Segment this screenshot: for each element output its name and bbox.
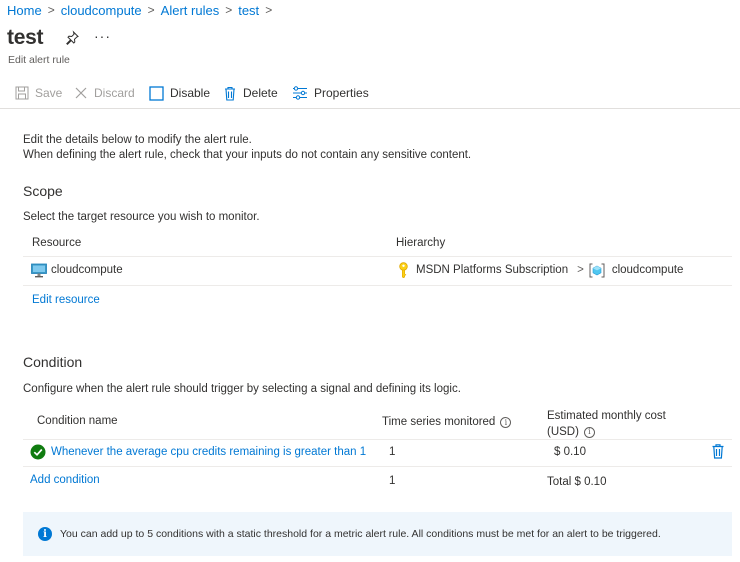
cost-label-line-2-wrap: (USD) i	[547, 424, 666, 440]
hierarchy-resource-group: cloudcompute	[611, 264, 684, 276]
disable-label: Disable	[170, 86, 211, 100]
info-icon[interactable]: i	[583, 426, 595, 438]
column-header-resource: Resource	[32, 237, 82, 249]
cost-label-line-1: Estimated monthly cost	[547, 410, 666, 422]
add-condition-link[interactable]: Add condition	[30, 474, 100, 486]
scope-header-divider	[23, 256, 732, 257]
delete-label: Delete	[243, 86, 278, 100]
discard-label: Discard	[94, 86, 135, 100]
sliders-icon	[293, 86, 307, 100]
virtual-machine-icon	[31, 263, 47, 277]
cost-label-line-2: (USD)	[547, 426, 579, 438]
scope-description: Select the target resource you wish to m…	[23, 211, 260, 223]
time-series-label: Time series monitored	[382, 416, 496, 428]
page-subtitle: Edit alert rule	[8, 54, 70, 66]
condition-heading: Condition	[23, 354, 83, 370]
delete-button[interactable]: Delete	[223, 82, 278, 104]
column-header-estimated-cost: Estimated monthly cost (USD) i	[547, 408, 666, 440]
properties-button[interactable]: Properties	[292, 82, 369, 104]
breadcrumb: Home > cloudcompute > Alert rules > test…	[7, 2, 278, 18]
page-title: test	[7, 26, 44, 49]
condition-row: Whenever the average cpu credits remaini…	[30, 444, 366, 460]
condition-cost: $ 0.10	[554, 446, 586, 458]
scope-resource-name: cloudcompute	[51, 264, 123, 276]
checkbox-icon	[149, 85, 164, 101]
hierarchy-separator: >	[577, 264, 584, 276]
toolbar-divider	[0, 108, 740, 109]
scope-resource-cell: cloudcompute	[31, 262, 123, 278]
breadcrumb-home[interactable]: Home	[7, 3, 42, 18]
intro-text: Edit the details below to modify the ale…	[23, 133, 471, 163]
total-cost: Total $ 0.10	[547, 476, 607, 488]
delete-condition-icon[interactable]	[711, 443, 725, 462]
breadcrumb-separator: >	[225, 3, 233, 17]
success-check-icon	[30, 444, 46, 460]
intro-line-2: When defining the alert rule, check that…	[23, 149, 472, 161]
scope-row-divider	[23, 285, 732, 286]
column-header-time-series: Time series monitored i	[382, 416, 512, 428]
discard-button[interactable]: Discard	[74, 82, 135, 104]
hierarchy-subscription: MSDN Platforms Subscription	[416, 264, 569, 276]
column-header-hierarchy: Hierarchy	[396, 237, 446, 249]
condition-name-link[interactable]: Whenever the average cpu credits remaini…	[51, 446, 366, 458]
info-icon: i	[38, 527, 52, 541]
save-button[interactable]: Save	[15, 82, 62, 104]
info-icon[interactable]: i	[500, 416, 512, 428]
breadcrumb-separator: >	[47, 3, 55, 17]
column-header-condition-name: Condition name	[37, 415, 118, 427]
info-message-bar: i You can add up to 5 conditions with a …	[23, 512, 732, 556]
scope-heading: Scope	[23, 183, 63, 199]
key-icon	[399, 262, 408, 278]
condition-header-divider	[23, 439, 732, 440]
save-icon	[15, 86, 29, 100]
info-message-text: You can add up to 5 conditions with a st…	[60, 528, 661, 540]
intro-line-1: Edit the details below to modify the ale…	[23, 134, 252, 146]
disable-button[interactable]: Disable	[149, 82, 210, 104]
condition-description: Configure when the alert rule should tri…	[23, 383, 461, 395]
scope-hierarchy-cell: MSDN Platforms Subscription > cloudcompu…	[397, 262, 683, 278]
breadcrumb-separator: >	[265, 3, 273, 17]
more-options-icon[interactable]: ···	[94, 28, 111, 44]
breadcrumb-alert-rules[interactable]: Alert rules	[161, 3, 220, 18]
breadcrumb-cloudcompute[interactable]: cloudcompute	[61, 3, 142, 18]
properties-label: Properties	[314, 86, 369, 100]
breadcrumb-test[interactable]: test	[238, 3, 259, 18]
add-row-time-series: 1	[389, 475, 396, 487]
condition-row-divider	[23, 466, 732, 467]
trash-icon	[225, 86, 235, 101]
breadcrumb-separator: >	[147, 3, 155, 17]
edit-resource-link[interactable]: Edit resource	[32, 294, 100, 306]
condition-time-series: 1	[389, 446, 396, 458]
save-label: Save	[35, 86, 63, 100]
resource-group-icon	[589, 263, 605, 277]
command-bar: Save Discard Disable Delete Properties	[0, 82, 740, 104]
close-icon	[75, 87, 87, 99]
pin-icon[interactable]	[64, 30, 80, 46]
